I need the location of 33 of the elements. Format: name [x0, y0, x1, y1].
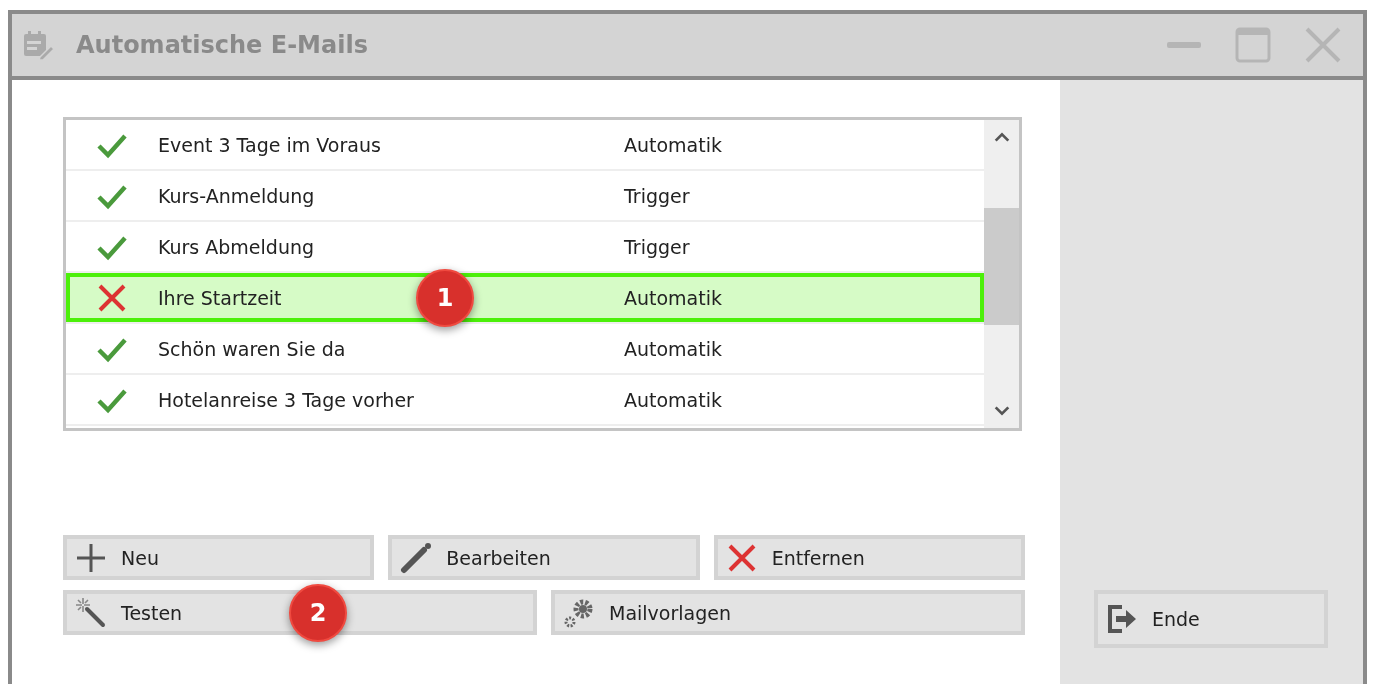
mail-name: Kurs Abmeldung — [158, 235, 315, 258]
mail-type: Automatik — [624, 286, 722, 309]
mail-name: Kurs-Anmeldung — [158, 184, 315, 207]
mail-type: Trigger — [624, 235, 690, 258]
mail-name: Schön waren Sie da — [158, 337, 346, 360]
mail-name: Ihre Startzeit — [158, 286, 282, 309]
list-row[interactable]: Event 3 Tage im Voraus Automatik — [66, 120, 984, 171]
list-row[interactable]: Schön waren Sie da Automatik — [66, 324, 984, 375]
mail-name: Hotelanreise 3 Tage vorher — [158, 388, 414, 411]
close-icon[interactable] — [1303, 25, 1343, 65]
mail-type: Trigger — [624, 184, 690, 207]
plus-icon — [75, 541, 107, 574]
scrollbar-thumb[interactable] — [984, 208, 1019, 325]
action-button[interactable]: Entfernen — [713, 535, 1025, 580]
calendar-edit-icon — [22, 29, 54, 61]
maximize-icon[interactable] — [1233, 25, 1273, 65]
scrollbar[interactable] — [984, 120, 1019, 428]
action-button[interactable]: Neu — [63, 535, 375, 580]
mail-type: Automatik — [624, 337, 722, 360]
action-button[interactable]: Bearbeiten — [388, 535, 700, 580]
list-row[interactable]: Kurs-Anmeldung Trigger — [66, 171, 984, 222]
action-button[interactable]: Mailvorlagen — [551, 590, 1025, 635]
exit-button[interactable]: Ende — [1094, 590, 1328, 648]
pencil-icon — [400, 541, 433, 574]
mail-type: Automatik — [624, 388, 722, 411]
window-title: Automatische E-Mails — [76, 31, 368, 59]
list-row[interactable]: Hotelanreise 3 Tage vorher Automatik — [66, 375, 984, 426]
magic-wand-icon — [75, 596, 107, 629]
mail-type: Automatik — [624, 133, 722, 156]
exit-icon — [1106, 603, 1138, 635]
mail-name: Event 3 Tage im Voraus — [158, 133, 381, 156]
scroll-down-icon[interactable] — [992, 404, 1011, 418]
scroll-up-icon[interactable] — [992, 130, 1011, 144]
